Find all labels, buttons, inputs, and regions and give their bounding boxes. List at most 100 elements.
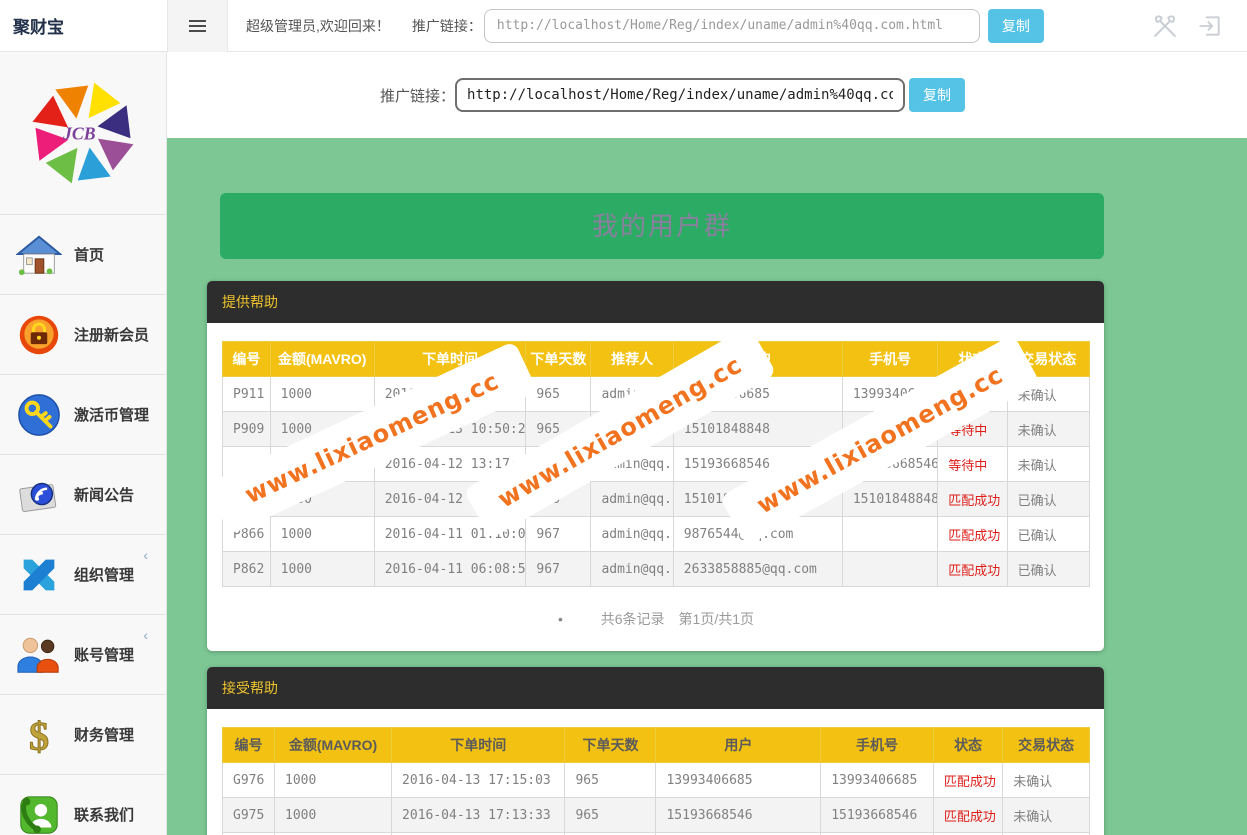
table-cell: 未确认 (1007, 412, 1089, 447)
table-cell: admin@qq.com (591, 447, 673, 482)
sidebar-item-label: 首页 (74, 244, 104, 265)
pagination-text: 共6条记录 第1页/共1页 (601, 611, 754, 627)
sidebar-item-register-member[interactable]: 注册新会员 (0, 295, 166, 375)
page-title-banner: 我的用户群 (220, 193, 1104, 259)
logo: JCB (0, 52, 166, 215)
table-cell: 15193668546 (673, 447, 842, 482)
menu-toggle-button[interactable] (167, 0, 228, 52)
table-cell: 2016-04-12 09:46:11 (374, 482, 526, 517)
table-cell: 967 (526, 552, 591, 587)
table-cell: admin@qq.com (591, 517, 673, 552)
table-cell: 13993406685 (842, 377, 937, 412)
table-cell: 967 (526, 517, 591, 552)
provide-help-table: 编号金额(MAVRO)下单时间下单天数推荐人用户手机号状态交易状态P911100… (222, 341, 1090, 587)
table-cell: admin@qq.com (591, 552, 673, 587)
page-title: 我的用户群 (592, 211, 732, 241)
table-cell: 15193668546 (821, 798, 934, 833)
sidebar-item-news[interactable]: 新闻公告 (0, 455, 166, 535)
table-header-row: 编号金额(MAVRO)下单时间下单天数用户手机号状态交易状态 (223, 728, 1090, 763)
column-header: 交易状态 (1003, 728, 1090, 763)
table-header-row: 编号金额(MAVRO)下单时间下单天数推荐人用户手机号状态交易状态 (223, 342, 1090, 377)
sidebar-item-label: 组织管理 (74, 564, 134, 585)
table-cell: 等待中 (938, 447, 1007, 482)
column-header: 编号 (223, 728, 275, 763)
table-cell: 965 (526, 412, 591, 447)
table-cell: P866 (223, 517, 271, 552)
table-cell: 965 (526, 377, 591, 412)
table-cell: 2016-04-13 17:15:03 (392, 763, 565, 798)
panel-provide-help: 提供帮助 编号金额(MAVRO)下单时间下单天数推荐人用户手机号状态交易状态P9… (207, 281, 1104, 651)
table-row: P86610002016-04-11 01:10:06967admin@qq.c… (223, 517, 1090, 552)
table-cell: 15101848848 (842, 482, 937, 517)
table-row: P91110002016-04-13 15:23:59965admin@qq.c… (223, 377, 1090, 412)
table-cell: 未确认 (1007, 377, 1089, 412)
table-row: P86210002016-04-11 06:08:50967admin@qq.c… (223, 552, 1090, 587)
column-header: 状态 (933, 728, 1002, 763)
sidebar-item-label: 激活币管理 (74, 404, 149, 425)
users-icon (14, 630, 64, 680)
welcome-text: 超级管理员,欢迎回来！ (246, 16, 390, 36)
table-cell: 13993406685 (673, 377, 842, 412)
table-cell: 未确认 (1003, 763, 1090, 798)
panel-title: 提供帮助 (207, 281, 1104, 323)
column-header: 编号 (223, 342, 271, 377)
chevron-left-icon: ‹ (143, 547, 148, 563)
table-cell: G975 (223, 798, 275, 833)
column-header: 下单时间 (392, 728, 565, 763)
promo-link-input[interactable] (455, 78, 905, 112)
table-cell: admin@qq.com (591, 377, 673, 412)
table-cell: 已确认 (1007, 552, 1089, 587)
tools-icon[interactable] (1151, 12, 1179, 40)
table-cell: admin@qq.com (591, 482, 673, 517)
promo-bar: 推广链接： 复制 (167, 52, 1247, 138)
sidebar-item-accounts[interactable]: 账号管理 ‹ (0, 615, 166, 695)
sidebar-item-activation-coin[interactable]: 激活币管理 (0, 375, 166, 455)
chevron-left-icon: ‹ (143, 627, 148, 643)
sidebar-item-label: 注册新会员 (74, 324, 149, 345)
table-cell: 1000 (270, 482, 374, 517)
svg-text:JCB: JCB (62, 124, 96, 144)
table-cell: 2016-04-13 10:50:25 (374, 412, 526, 447)
table-cell: 15101848848 (842, 412, 937, 447)
promo-link-label: 推广链接： (412, 16, 482, 36)
sidebar: JCB 首页 (0, 52, 167, 835)
column-header: 金额(MAVRO) (275, 728, 392, 763)
logout-icon[interactable] (1197, 13, 1223, 39)
table-cell: 2016-04-11 06:08:50 (374, 552, 526, 587)
table-cell: 2633858885@qq.com (673, 552, 842, 587)
promo-link-label: 推广链接： (380, 85, 455, 106)
table-cell: 1000 (270, 517, 374, 552)
sidebar-item-label: 账号管理 (74, 644, 134, 665)
table-cell: 2016-04-11 01:10:06 (374, 517, 526, 552)
table-cell (842, 552, 937, 587)
table-cell: 1000 (270, 377, 374, 412)
copy-button[interactable]: 复制 (909, 78, 965, 112)
table-cell: G976 (223, 763, 275, 798)
table-cell: P909 (223, 412, 271, 447)
receive-help-table: 编号金额(MAVRO)下单时间下单天数用户手机号状态交易状态G976100020… (222, 727, 1090, 835)
table-cell: 匹配成功 (933, 763, 1002, 798)
brand-title: 聚财宝 (0, 13, 167, 38)
table-row: P90910002016-04-13 10:50:25965admin@qq.c… (223, 412, 1090, 447)
table-cell: 等待中 (938, 412, 1007, 447)
sidebar-item-home[interactable]: 首页 (0, 215, 166, 295)
sidebar-item-organization[interactable]: 组织管理 ‹ (0, 535, 166, 615)
column-header: 下单天数 (565, 728, 656, 763)
table-cell: 匹配成功 (938, 552, 1007, 587)
contact-icon (14, 790, 64, 835)
topbar: 聚财宝 超级管理员,欢迎回来！ 推广链接： 复制 (0, 0, 1247, 52)
page-root: 聚财宝 超级管理员,欢迎回来！ 推广链接： 复制 (0, 0, 1247, 835)
column-header: 用户 (673, 342, 842, 377)
table-cell: 965 (565, 763, 656, 798)
table-row: G97610002016-04-13 17:15:039651399340668… (223, 763, 1090, 798)
sidebar-item-finance[interactable]: $ 财务管理 (0, 695, 166, 775)
copy-button[interactable]: 复制 (988, 9, 1044, 43)
table-cell: 匹配成功 (938, 482, 1007, 517)
table-cell (223, 447, 271, 482)
table-cell: 15101848848 (673, 482, 842, 517)
table-cell: P868 (223, 482, 271, 517)
table-row: G97510002016-04-13 17:13:339651519366854… (223, 798, 1090, 833)
promo-link-input[interactable] (484, 9, 980, 43)
column-header: 下单天数 (526, 342, 591, 377)
sidebar-item-contact[interactable]: 联系我们 (0, 775, 166, 835)
